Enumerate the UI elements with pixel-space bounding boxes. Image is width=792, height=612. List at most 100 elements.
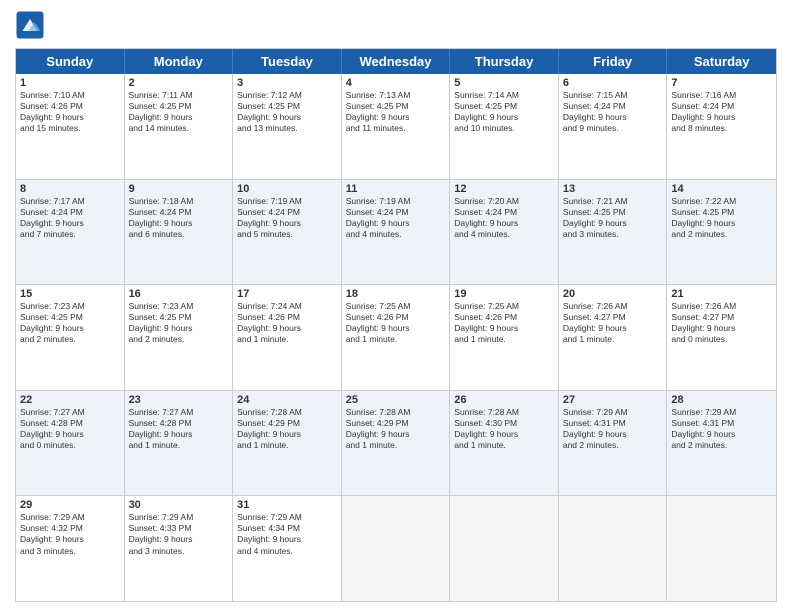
calendar-cell: 28Sunrise: 7:29 AM Sunset: 4:31 PM Dayli… [667,391,776,496]
day-number: 29 [20,499,120,511]
calendar-cell: 8Sunrise: 7:17 AM Sunset: 4:24 PM Daylig… [16,180,125,285]
day-number: 1 [20,77,120,89]
calendar-cell: 2Sunrise: 7:11 AM Sunset: 4:25 PM Daylig… [125,74,234,179]
day-info: Sunrise: 7:14 AM Sunset: 4:25 PM Dayligh… [454,90,554,134]
day-info: Sunrise: 7:24 AM Sunset: 4:26 PM Dayligh… [237,301,337,345]
calendar-cell: 9Sunrise: 7:18 AM Sunset: 4:24 PM Daylig… [125,180,234,285]
header-day-monday: Monday [125,49,234,74]
day-info: Sunrise: 7:23 AM Sunset: 4:25 PM Dayligh… [20,301,120,345]
day-info: Sunrise: 7:27 AM Sunset: 4:28 PM Dayligh… [20,407,120,451]
day-number: 5 [454,77,554,89]
calendar-row-4: 22Sunrise: 7:27 AM Sunset: 4:28 PM Dayli… [16,390,776,496]
header-day-thursday: Thursday [450,49,559,74]
day-info: Sunrise: 7:29 AM Sunset: 4:31 PM Dayligh… [671,407,772,451]
day-number: 21 [671,288,772,300]
calendar: SundayMondayTuesdayWednesdayThursdayFrid… [15,48,777,602]
calendar-row-1: 1Sunrise: 7:10 AM Sunset: 4:26 PM Daylig… [16,74,776,179]
calendar-cell: 21Sunrise: 7:26 AM Sunset: 4:27 PM Dayli… [667,285,776,390]
day-info: Sunrise: 7:12 AM Sunset: 4:25 PM Dayligh… [237,90,337,134]
calendar-cell: 24Sunrise: 7:28 AM Sunset: 4:29 PM Dayli… [233,391,342,496]
day-info: Sunrise: 7:10 AM Sunset: 4:26 PM Dayligh… [20,90,120,134]
day-number: 28 [671,394,772,406]
day-info: Sunrise: 7:27 AM Sunset: 4:28 PM Dayligh… [129,407,229,451]
calendar-cell: 14Sunrise: 7:22 AM Sunset: 4:25 PM Dayli… [667,180,776,285]
day-info: Sunrise: 7:19 AM Sunset: 4:24 PM Dayligh… [237,196,337,240]
day-number: 7 [671,77,772,89]
day-number: 22 [20,394,120,406]
day-number: 17 [237,288,337,300]
day-info: Sunrise: 7:20 AM Sunset: 4:24 PM Dayligh… [454,196,554,240]
day-info: Sunrise: 7:25 AM Sunset: 4:26 PM Dayligh… [454,301,554,345]
header-day-wednesday: Wednesday [342,49,451,74]
day-info: Sunrise: 7:29 AM Sunset: 4:34 PM Dayligh… [237,512,337,556]
day-number: 6 [563,77,663,89]
calendar-cell: 11Sunrise: 7:19 AM Sunset: 4:24 PM Dayli… [342,180,451,285]
day-info: Sunrise: 7:21 AM Sunset: 4:25 PM Dayligh… [563,196,663,240]
day-number: 9 [129,183,229,195]
day-info: Sunrise: 7:17 AM Sunset: 4:24 PM Dayligh… [20,196,120,240]
calendar-cell: 26Sunrise: 7:28 AM Sunset: 4:30 PM Dayli… [450,391,559,496]
logo [15,10,49,40]
header-day-friday: Friday [559,49,668,74]
calendar-cell: 6Sunrise: 7:15 AM Sunset: 4:24 PM Daylig… [559,74,668,179]
day-info: Sunrise: 7:29 AM Sunset: 4:32 PM Dayligh… [20,512,120,556]
day-info: Sunrise: 7:18 AM Sunset: 4:24 PM Dayligh… [129,196,229,240]
calendar-cell: 3Sunrise: 7:12 AM Sunset: 4:25 PM Daylig… [233,74,342,179]
calendar-cell: 12Sunrise: 7:20 AM Sunset: 4:24 PM Dayli… [450,180,559,285]
header-day-tuesday: Tuesday [233,49,342,74]
calendar-cell: 5Sunrise: 7:14 AM Sunset: 4:25 PM Daylig… [450,74,559,179]
calendar-cell [450,496,559,601]
calendar-cell: 29Sunrise: 7:29 AM Sunset: 4:32 PM Dayli… [16,496,125,601]
calendar-cell: 23Sunrise: 7:27 AM Sunset: 4:28 PM Dayli… [125,391,234,496]
day-number: 12 [454,183,554,195]
calendar-cell: 16Sunrise: 7:23 AM Sunset: 4:25 PM Dayli… [125,285,234,390]
day-info: Sunrise: 7:25 AM Sunset: 4:26 PM Dayligh… [346,301,446,345]
day-info: Sunrise: 7:11 AM Sunset: 4:25 PM Dayligh… [129,90,229,134]
day-info: Sunrise: 7:15 AM Sunset: 4:24 PM Dayligh… [563,90,663,134]
calendar-cell: 10Sunrise: 7:19 AM Sunset: 4:24 PM Dayli… [233,180,342,285]
calendar-row-2: 8Sunrise: 7:17 AM Sunset: 4:24 PM Daylig… [16,179,776,285]
day-number: 27 [563,394,663,406]
calendar-cell: 17Sunrise: 7:24 AM Sunset: 4:26 PM Dayli… [233,285,342,390]
day-info: Sunrise: 7:19 AM Sunset: 4:24 PM Dayligh… [346,196,446,240]
day-info: Sunrise: 7:29 AM Sunset: 4:31 PM Dayligh… [563,407,663,451]
day-info: Sunrise: 7:26 AM Sunset: 4:27 PM Dayligh… [671,301,772,345]
day-info: Sunrise: 7:28 AM Sunset: 4:29 PM Dayligh… [237,407,337,451]
calendar-cell [342,496,451,601]
logo-icon [15,10,45,40]
day-number: 8 [20,183,120,195]
calendar-row-5: 29Sunrise: 7:29 AM Sunset: 4:32 PM Dayli… [16,495,776,601]
day-number: 24 [237,394,337,406]
day-info: Sunrise: 7:23 AM Sunset: 4:25 PM Dayligh… [129,301,229,345]
day-number: 25 [346,394,446,406]
calendar-cell: 18Sunrise: 7:25 AM Sunset: 4:26 PM Dayli… [342,285,451,390]
day-number: 2 [129,77,229,89]
day-number: 13 [563,183,663,195]
calendar-cell: 20Sunrise: 7:26 AM Sunset: 4:27 PM Dayli… [559,285,668,390]
calendar-cell: 30Sunrise: 7:29 AM Sunset: 4:33 PM Dayli… [125,496,234,601]
day-info: Sunrise: 7:16 AM Sunset: 4:24 PM Dayligh… [671,90,772,134]
day-number: 4 [346,77,446,89]
calendar-cell: 13Sunrise: 7:21 AM Sunset: 4:25 PM Dayli… [559,180,668,285]
header-day-sunday: Sunday [16,49,125,74]
header-day-saturday: Saturday [667,49,776,74]
day-number: 19 [454,288,554,300]
calendar-header: SundayMondayTuesdayWednesdayThursdayFrid… [16,49,776,74]
calendar-cell [667,496,776,601]
day-info: Sunrise: 7:28 AM Sunset: 4:30 PM Dayligh… [454,407,554,451]
day-number: 30 [129,499,229,511]
header [15,10,777,40]
calendar-cell: 4Sunrise: 7:13 AM Sunset: 4:25 PM Daylig… [342,74,451,179]
day-number: 10 [237,183,337,195]
calendar-cell: 31Sunrise: 7:29 AM Sunset: 4:34 PM Dayli… [233,496,342,601]
day-number: 20 [563,288,663,300]
day-number: 16 [129,288,229,300]
calendar-cell: 15Sunrise: 7:23 AM Sunset: 4:25 PM Dayli… [16,285,125,390]
day-info: Sunrise: 7:22 AM Sunset: 4:25 PM Dayligh… [671,196,772,240]
calendar-cell: 22Sunrise: 7:27 AM Sunset: 4:28 PM Dayli… [16,391,125,496]
day-number: 26 [454,394,554,406]
day-info: Sunrise: 7:26 AM Sunset: 4:27 PM Dayligh… [563,301,663,345]
day-number: 23 [129,394,229,406]
day-number: 3 [237,77,337,89]
day-number: 11 [346,183,446,195]
